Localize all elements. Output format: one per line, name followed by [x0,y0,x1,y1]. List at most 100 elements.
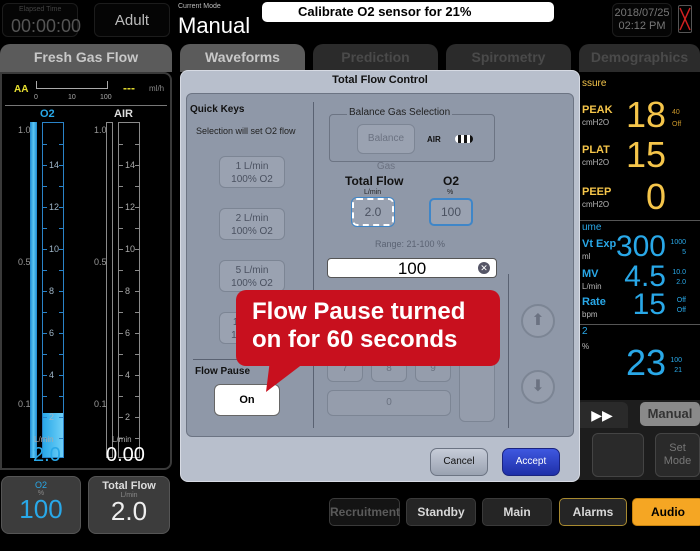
cancel-button[interactable]: Cancel [430,448,488,476]
gauge-tick [135,228,139,229]
battery-alarm-icon [678,5,692,33]
set-mode-line2: Mode [663,455,692,467]
gauge-tick [59,249,63,250]
gauge-tick [119,312,123,313]
mode-manual-label: Manual [647,406,693,421]
fast-forward-button[interactable]: ▶▶ [576,402,628,428]
o2-percent-label: O2 [34,480,47,490]
gauge-tick [119,186,123,187]
gauge-tick-label: 10 [125,244,136,254]
gauge-tick [135,270,139,271]
dialog-title: Total Flow Control [332,74,428,86]
time-text: 02:12 PM [618,20,666,32]
gauge-tick [43,312,47,313]
keypad-0[interactable]: 0 [327,390,451,416]
gauge-tick [135,417,139,418]
quick-key-2lpm-line2: 100% O2 [231,226,273,237]
patient-type-button[interactable]: Adult [94,3,170,37]
callout-pointer [266,360,308,392]
tab-spirometry[interactable]: Spirometry [446,44,571,72]
value-entry-field[interactable]: 100 ✕ [327,258,497,278]
audio-pause-button[interactable]: Audio Pause [632,498,700,545]
cancel-label: Cancel [443,456,475,467]
gauge-tick [59,270,63,271]
gauge-tick [135,144,139,145]
o2-flow-value: 2.0 [33,444,61,466]
gauge-tick [119,396,123,397]
o2-low-scale-1: 1.0 [18,125,31,135]
quick-key-2lpm[interactable]: 2 L/min 100% O2 [219,208,285,240]
o2-low-scale-01: 0.1 [18,399,31,409]
recruitment-button[interactable]: Recruitment [329,498,400,526]
gauge-tick-label: 14 [125,160,136,170]
tab-fresh-gas-flow[interactable]: Fresh Gas Flow [0,44,172,72]
message-text: Calibrate O2 sensor for 21% [298,4,472,19]
gauge-tick [135,375,139,376]
mv-label: MV [582,268,599,280]
gauge-tick [119,333,123,334]
tab-waveforms[interactable]: Waveforms [180,44,305,72]
gauge-tick [59,312,63,313]
clear-entry-icon[interactable]: ✕ [478,262,490,274]
gauge-tick [135,396,139,397]
gauge-tick [119,417,123,418]
gauge-tick [43,207,47,208]
main-button[interactable]: Main [482,498,552,526]
peep-value: 0 [645,176,666,217]
gauge-tick-label: 12 [125,202,136,212]
o2-flow-unit: L/min [34,435,54,444]
mv-unit: L/min [582,282,602,291]
gauge-tick [59,165,63,166]
arrow-down-icon: ⬇ [531,378,545,395]
increment-button[interactable]: ⬆ [521,304,555,338]
decrement-button[interactable]: ⬇ [521,370,555,404]
plat-unit: cmH2O [582,158,610,167]
mv-limit-high: 10.0 [672,269,686,276]
quick-keys-hint: Selection will set O2 flow [196,126,296,136]
balance-gas-button[interactable]: Balance Gas [357,124,415,172]
agent-scale-bar [36,81,108,89]
elapsed-time-label: Elapsed Time [19,6,62,13]
air-flow-gauge: 14 12 10 8 6 4 2 [118,122,140,458]
set-mode-button[interactable]: Set Mode [655,433,700,477]
accept-button[interactable]: Accept [502,448,560,476]
gauge-tick-label: 2 [49,412,55,422]
o2-percent-button[interactable]: O2 % 100 [1,476,81,534]
tab-demographics[interactable]: Demographics [579,44,700,72]
elapsed-time-box: Elapsed Time 00:00:00 [2,3,81,37]
range-text: Range: 21-100 % [375,239,446,249]
quick-key-5lpm[interactable]: 5 L/min 100% O2 [219,260,285,292]
gauge-tick [119,249,123,250]
message-bar: Calibrate O2 sensor for 21% [262,2,554,22]
air-low-flow-bar [106,122,113,458]
gauge-tick [59,396,63,397]
gauge-tick [135,438,139,439]
total-flow-setting-button[interactable]: 2.0 [351,197,395,227]
gauge-tick [43,270,47,271]
vitals-panel: ssure PEAK cmH2O 18 40 Off PLAT cmH2O 15… [570,72,700,388]
gauge-tick [135,249,139,250]
set-mode-line1: Set [669,442,686,454]
total-flow-button[interactable]: Total Flow L/min 2.0 [88,476,170,534]
air-flow-value: 0.00 [106,444,145,466]
gauge-tick [59,375,63,376]
air-low-scale-01: 0.1 [94,399,107,409]
mode-manual-button[interactable]: Manual [640,402,700,426]
vt-exp-limit-high: 1000 [670,239,686,246]
gauge-tick [119,375,123,376]
date-text: 2018/07/25 [614,7,670,19]
gauge-tick [43,186,47,187]
air-flow-label: AIR [114,108,133,120]
tab-prediction[interactable]: Prediction [313,44,438,72]
standby-button[interactable]: Standby [406,498,476,526]
quick-key-1lpm[interactable]: 1 L/min 100% O2 [219,156,285,188]
value-entry-text: 100 [397,259,427,278]
mv-limit-low: 2.0 [676,279,686,286]
air-gas-indicator-icon [455,135,473,143]
gauge-tick [119,270,123,271]
alarms-button[interactable]: Alarms [559,498,627,526]
vertical-divider [508,274,509,428]
o2-setting-button[interactable]: 100 [429,198,473,226]
mode-option-empty[interactable] [592,433,644,477]
gauge-tick-label: 14 [49,160,60,170]
